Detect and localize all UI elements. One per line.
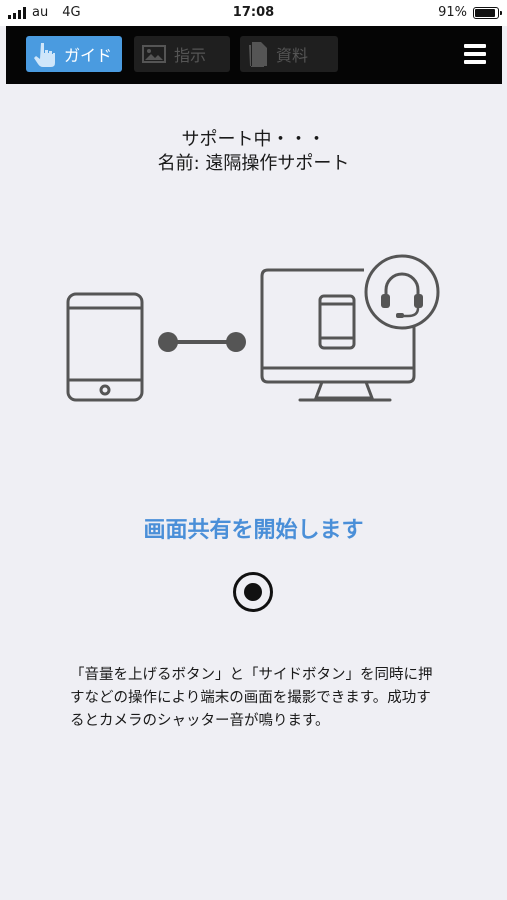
monitor-phone-icon <box>318 294 356 350</box>
tab-instruction[interactable]: 指示 <box>134 36 230 72</box>
screen-share-title: 画面共有を開始します <box>143 518 364 543</box>
headset-icon <box>364 254 440 330</box>
status-right: 91% <box>438 5 502 20</box>
hamburger-menu-icon[interactable] <box>464 44 486 64</box>
instruction-description: 「音量を上げるボタン」と「サイドボタン」を同時に押すなどの操作により端末の画面を… <box>70 667 433 729</box>
tab-guide[interactable]: ガイド <box>26 36 122 72</box>
connection-link-icon <box>158 332 246 352</box>
document-icon <box>249 42 267 67</box>
support-status: サポート中・・・ 名前: 遠隔操作サポート <box>0 128 507 176</box>
status-time: 17:08 <box>232 5 275 20</box>
connection-illustration <box>66 254 440 402</box>
support-status-line: サポート中・・・ <box>181 129 326 150</box>
support-name-line: 名前: 遠隔操作サポート <box>157 153 350 174</box>
smartphone-icon <box>66 292 144 402</box>
record-button[interactable] <box>233 572 273 612</box>
battery-percent: 91% <box>438 5 467 20</box>
status-bar: au 4G 17:08 91% <box>0 0 507 26</box>
tab-guide-label: ガイド <box>64 46 113 65</box>
image-icon <box>142 45 166 63</box>
hand-pointer-icon <box>34 43 55 67</box>
battery-icon <box>473 6 502 19</box>
top-toolbar: ガイド 指示 資料 <box>6 26 502 84</box>
battery-fill <box>475 8 496 17</box>
tab-documents[interactable]: 資料 <box>240 36 338 72</box>
tab-documents-label: 資料 <box>276 46 309 65</box>
tab-instruction-label: 指示 <box>174 46 207 65</box>
